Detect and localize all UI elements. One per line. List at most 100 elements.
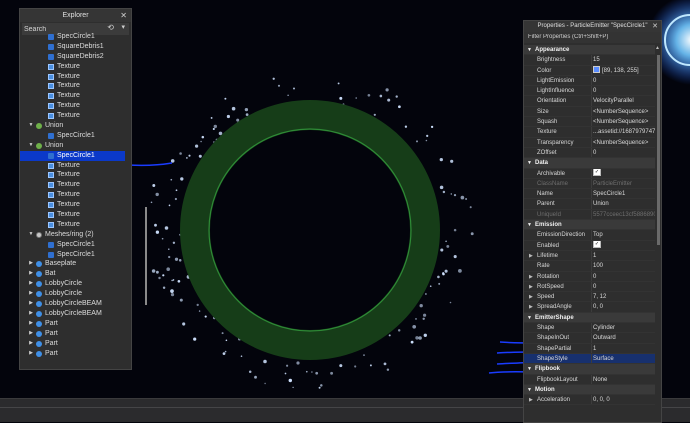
collapse-arrow-icon[interactable]: ▶ bbox=[28, 339, 34, 349]
property-row[interactable]: Texture ...assetid://16879797476 bbox=[524, 127, 655, 138]
collapse-arrow-icon[interactable]: ▶ bbox=[28, 299, 34, 309]
explorer-scrollbar[interactable] bbox=[145, 207, 147, 305]
property-category[interactable]: ▼ Emission bbox=[524, 220, 655, 231]
property-row[interactable]: Brightness 15 bbox=[524, 55, 655, 66]
tree-item[interactable]: ▶ Baseplate bbox=[20, 259, 125, 269]
tree-item[interactable]: ▶ Part bbox=[20, 339, 125, 349]
tree-item[interactable]: ▶ LobbyCircleBEAM bbox=[20, 309, 125, 319]
tree-item[interactable]: ▼ Union bbox=[20, 121, 125, 131]
expand-arrow-icon[interactable]: ▼ bbox=[28, 121, 34, 131]
tree-item[interactable]: Texture bbox=[20, 190, 125, 200]
tree-item[interactable]: Texture bbox=[20, 161, 125, 171]
tree-item[interactable]: Texture bbox=[20, 170, 125, 180]
property-value[interactable]: Cylinder bbox=[593, 323, 655, 332]
property-row[interactable]: Archivable ✓ bbox=[524, 168, 655, 179]
property-row[interactable]: EmissionDirection Top bbox=[524, 230, 655, 241]
property-row[interactable]: Transparency <NumberSequence> bbox=[524, 137, 655, 148]
property-value[interactable]: ...assetid://16879797476 bbox=[593, 127, 655, 136]
tree-item[interactable]: Texture bbox=[20, 180, 125, 190]
property-row[interactable]: UniqueId 5577cceec13cf5886890... bbox=[524, 209, 655, 221]
property-row[interactable]: Squash <NumberSequence> bbox=[524, 117, 655, 128]
collapse-arrow-icon[interactable]: ▶ bbox=[28, 269, 34, 279]
tree-item[interactable]: ▶ Part bbox=[20, 319, 125, 329]
ring-mesh[interactable] bbox=[180, 100, 440, 360]
property-row[interactable]: Color [89, 138, 255] bbox=[524, 65, 655, 76]
property-value[interactable]: SpecCircle1 bbox=[593, 189, 655, 198]
tree-item[interactable]: SquareDebris2 bbox=[20, 52, 125, 62]
property-row[interactable]: ShapeStyle Surface bbox=[524, 353, 655, 365]
property-row[interactable]: LightInfluence 0 bbox=[524, 86, 655, 97]
property-category[interactable]: ▼ Motion bbox=[524, 384, 655, 396]
property-row[interactable]: Name SpecCircle1 bbox=[524, 189, 655, 200]
property-row[interactable]: Shape Cylinder bbox=[524, 323, 655, 334]
property-category[interactable]: ▼ Data bbox=[524, 158, 655, 169]
property-value[interactable]: Union bbox=[593, 199, 655, 208]
property-value[interactable]: 1 bbox=[593, 251, 655, 260]
filter-input[interactable] bbox=[528, 34, 648, 40]
tree-item[interactable]: SquareDebris1 bbox=[20, 42, 125, 52]
tree-item[interactable]: ▶ LobbyCircle bbox=[20, 279, 125, 289]
checkbox-checked-icon[interactable]: ✓ bbox=[593, 240, 601, 249]
property-row[interactable]: Rate 100 bbox=[524, 261, 655, 272]
property-row[interactable]: ShapeInOut Outward bbox=[524, 333, 655, 344]
tree-item[interactable]: Texture bbox=[20, 62, 125, 72]
expand-arrow-icon[interactable]: ▶ bbox=[529, 292, 533, 301]
tree-item[interactable]: SpecCircle1 bbox=[20, 131, 125, 141]
property-value[interactable]: 100 bbox=[593, 261, 655, 270]
collapse-arrow-icon[interactable]: ▶ bbox=[28, 259, 34, 269]
property-value[interactable]: VelocityParallel bbox=[593, 96, 655, 105]
close-icon[interactable]: ✕ bbox=[120, 9, 127, 22]
property-category[interactable]: ▼ Appearance bbox=[524, 45, 655, 56]
property-row[interactable]: Orientation VelocityParallel bbox=[524, 96, 655, 107]
tree-item[interactable]: SpecCircle1 bbox=[20, 250, 125, 260]
expand-arrow-icon[interactable]: ▼ bbox=[527, 385, 532, 394]
property-value[interactable]: ✓ bbox=[593, 168, 655, 178]
property-value[interactable]: [89, 138, 255] bbox=[593, 65, 655, 75]
collapse-arrow-icon[interactable]: ▶ bbox=[28, 309, 34, 319]
tree-item[interactable]: Texture bbox=[20, 101, 125, 111]
property-value[interactable]: ✓ bbox=[593, 240, 655, 250]
collapse-arrow-icon[interactable]: ▶ bbox=[28, 279, 34, 289]
property-value[interactable]: 0, 0, 0 bbox=[593, 395, 655, 404]
property-value[interactable]: 0, 0 bbox=[593, 302, 655, 311]
collapse-arrow-icon[interactable]: ▶ bbox=[28, 319, 34, 329]
expand-arrow-icon[interactable]: ▼ bbox=[527, 313, 532, 322]
property-value[interactable]: ParticleEmitter bbox=[593, 179, 655, 188]
expand-arrow-icon[interactable]: ▼ bbox=[527, 158, 532, 167]
property-value[interactable]: 0 bbox=[593, 86, 655, 95]
property-value[interactable]: None bbox=[593, 375, 655, 384]
property-value[interactable]: Top bbox=[593, 230, 655, 239]
property-row[interactable]: ▶ RotSpeed 0 bbox=[524, 281, 655, 293]
close-icon[interactable]: ✕ bbox=[652, 21, 658, 32]
expand-arrow-icon[interactable]: ▼ bbox=[527, 45, 532, 54]
property-value[interactable]: 0 bbox=[593, 76, 655, 85]
tree-item[interactable]: Texture bbox=[20, 72, 125, 82]
tree-item[interactable]: ▼ Union bbox=[20, 141, 125, 151]
property-row[interactable]: ZOffset 0 bbox=[524, 147, 655, 159]
property-value[interactable]: 0 bbox=[593, 282, 655, 291]
checkbox-checked-icon[interactable]: ✓ bbox=[593, 168, 601, 176]
property-row[interactable]: ShapePartial 1 bbox=[524, 343, 655, 354]
expand-arrow-icon[interactable]: ▼ bbox=[28, 230, 34, 240]
property-value[interactable]: <NumberSequence> bbox=[593, 117, 655, 126]
tree-item[interactable]: Texture bbox=[20, 81, 125, 91]
property-value[interactable]: 7, 12 bbox=[593, 292, 655, 301]
collapse-arrow-icon[interactable]: ▶ bbox=[28, 289, 34, 299]
tree-item[interactable]: Texture bbox=[20, 111, 125, 121]
tree-item[interactable]: Texture bbox=[20, 210, 125, 220]
expand-arrow-icon[interactable]: ▼ bbox=[28, 141, 34, 151]
property-row[interactable]: ▶ Rotation 0 bbox=[524, 271, 655, 282]
property-value[interactable]: Surface bbox=[593, 354, 655, 363]
chevron-down-icon[interactable]: ▾ bbox=[121, 23, 125, 31]
tree-item[interactable]: ▶ LobbyCircleBEAM bbox=[20, 299, 125, 309]
collapse-arrow-icon[interactable]: ▶ bbox=[28, 329, 34, 339]
property-value[interactable]: <NumberSequence> bbox=[593, 107, 655, 116]
tree-item[interactable]: SpecCircle1 bbox=[20, 32, 125, 42]
property-row[interactable]: Size <NumberSequence> bbox=[524, 106, 655, 118]
expand-arrow-icon[interactable]: ▶ bbox=[529, 302, 533, 311]
tree-item[interactable]: SpecCircle1 bbox=[20, 150, 125, 161]
collapse-arrow-icon[interactable]: ▶ bbox=[28, 349, 34, 359]
property-row[interactable]: Parent Union bbox=[524, 199, 655, 210]
property-category[interactable]: ▼ Flipbook bbox=[524, 364, 655, 375]
history-icon[interactable]: ⟲ bbox=[107, 23, 114, 32]
